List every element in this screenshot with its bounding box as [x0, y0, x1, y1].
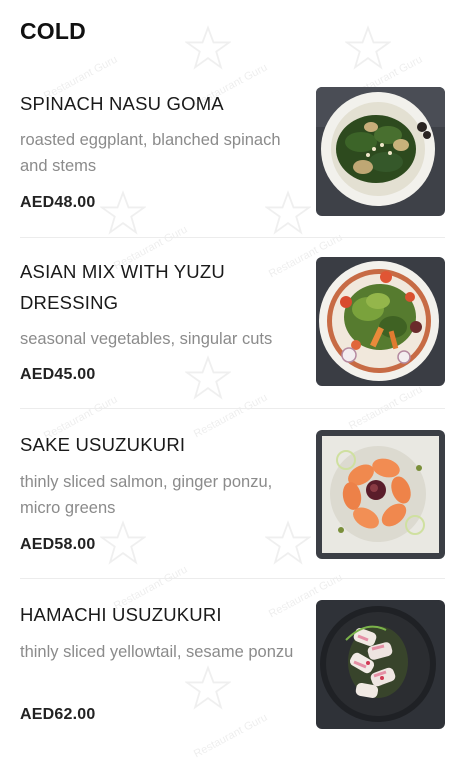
- divider: [20, 408, 445, 409]
- star-watermark-icon: [345, 25, 391, 70]
- item-name: SAKE USUZUKURI: [20, 434, 186, 455]
- spinach-dish-photo[interactable]: [316, 87, 445, 216]
- section-title: COLD: [20, 18, 86, 44]
- yellowtail-dish-photo[interactable]: [316, 600, 445, 729]
- item-price: AED48.00: [20, 194, 96, 211]
- item-description: thinly sliced yellowtail, sesame ponzu: [20, 643, 294, 661]
- star-watermark-icon: [185, 25, 231, 70]
- salad-dish-photo[interactable]: [316, 257, 445, 386]
- menu-item[interactable]: SPINACH NASU GOMA roasted eggplant, blan…: [0, 68, 465, 238]
- item-name: SPINACH NASU GOMA: [20, 93, 224, 114]
- item-name: ASIAN MIX WITH YUZU DRESSING: [20, 261, 225, 313]
- menu-item[interactable]: ASIAN MIX WITH YUZU DRESSING seasonal ve…: [0, 238, 465, 408]
- salmon-dish-photo[interactable]: [316, 430, 445, 559]
- item-description: thinly sliced salmon, ginger ponzu, micr…: [20, 473, 273, 517]
- item-price: AED58.00: [20, 536, 96, 553]
- menu-item[interactable]: SAKE USUZUKURI thinly sliced salmon, gin…: [0, 410, 465, 580]
- item-price: AED62.00: [20, 706, 96, 723]
- menu-item[interactable]: HAMACHI USUZUKURI thinly sliced yellowta…: [0, 580, 465, 750]
- item-name: HAMACHI USUZUKURI: [20, 604, 222, 625]
- item-price: AED45.00: [20, 366, 96, 383]
- item-description: seasonal vegetables, singular cuts: [20, 330, 273, 348]
- divider: [20, 578, 445, 579]
- item-description: roasted eggplant, blanched spinach and s…: [20, 131, 281, 175]
